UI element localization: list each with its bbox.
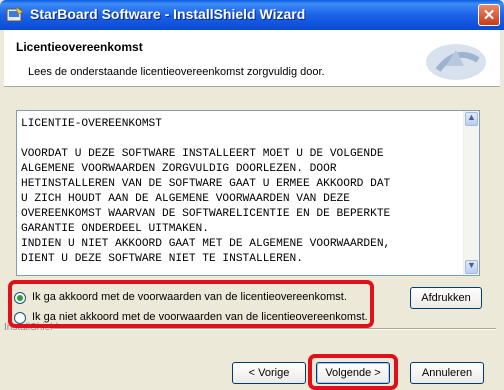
- license-textbox[interactable]: LICENTIE-OVEREENKOMST VOORDAT U DEZE SOF…: [16, 110, 480, 276]
- options-highlight: [8, 280, 374, 328]
- next-button-highlight: [308, 354, 398, 390]
- footer-divider: [52, 328, 496, 330]
- chevron-up-icon: ▲: [467, 112, 476, 122]
- license-text: LICENTIE-OVEREENKOMST VOORDAT U DEZE SOF…: [21, 118, 391, 265]
- page-title: Licentieovereenkomst: [16, 40, 143, 54]
- wizard-header: Licentieovereenkomst Lees de onderstaand…: [4, 30, 500, 87]
- installer-window: StarBoard Software - InstallShield Wizar…: [0, 0, 504, 390]
- license-scrollbar[interactable]: ▲ ▼: [463, 111, 479, 275]
- scroll-up-button[interactable]: ▲: [465, 112, 478, 126]
- print-button[interactable]: Afdrukken: [410, 287, 482, 309]
- installer-app-icon: [6, 6, 24, 22]
- close-button[interactable]: ✕: [478, 4, 500, 26]
- close-icon: ✕: [482, 7, 496, 24]
- back-button[interactable]: < Vorige: [232, 362, 306, 384]
- window-title: StarBoard Software - InstallShield Wizar…: [30, 6, 306, 22]
- scroll-down-button[interactable]: ▼: [465, 260, 478, 274]
- installshield-logo-icon: [426, 44, 486, 80]
- page-subtitle: Lees de onderstaande licentieovereenkoms…: [28, 66, 325, 78]
- chevron-down-icon: ▼: [467, 260, 476, 270]
- cancel-button[interactable]: Annuleren: [410, 362, 484, 384]
- title-bar[interactable]: StarBoard Software - InstallShield Wizar…: [0, 0, 504, 30]
